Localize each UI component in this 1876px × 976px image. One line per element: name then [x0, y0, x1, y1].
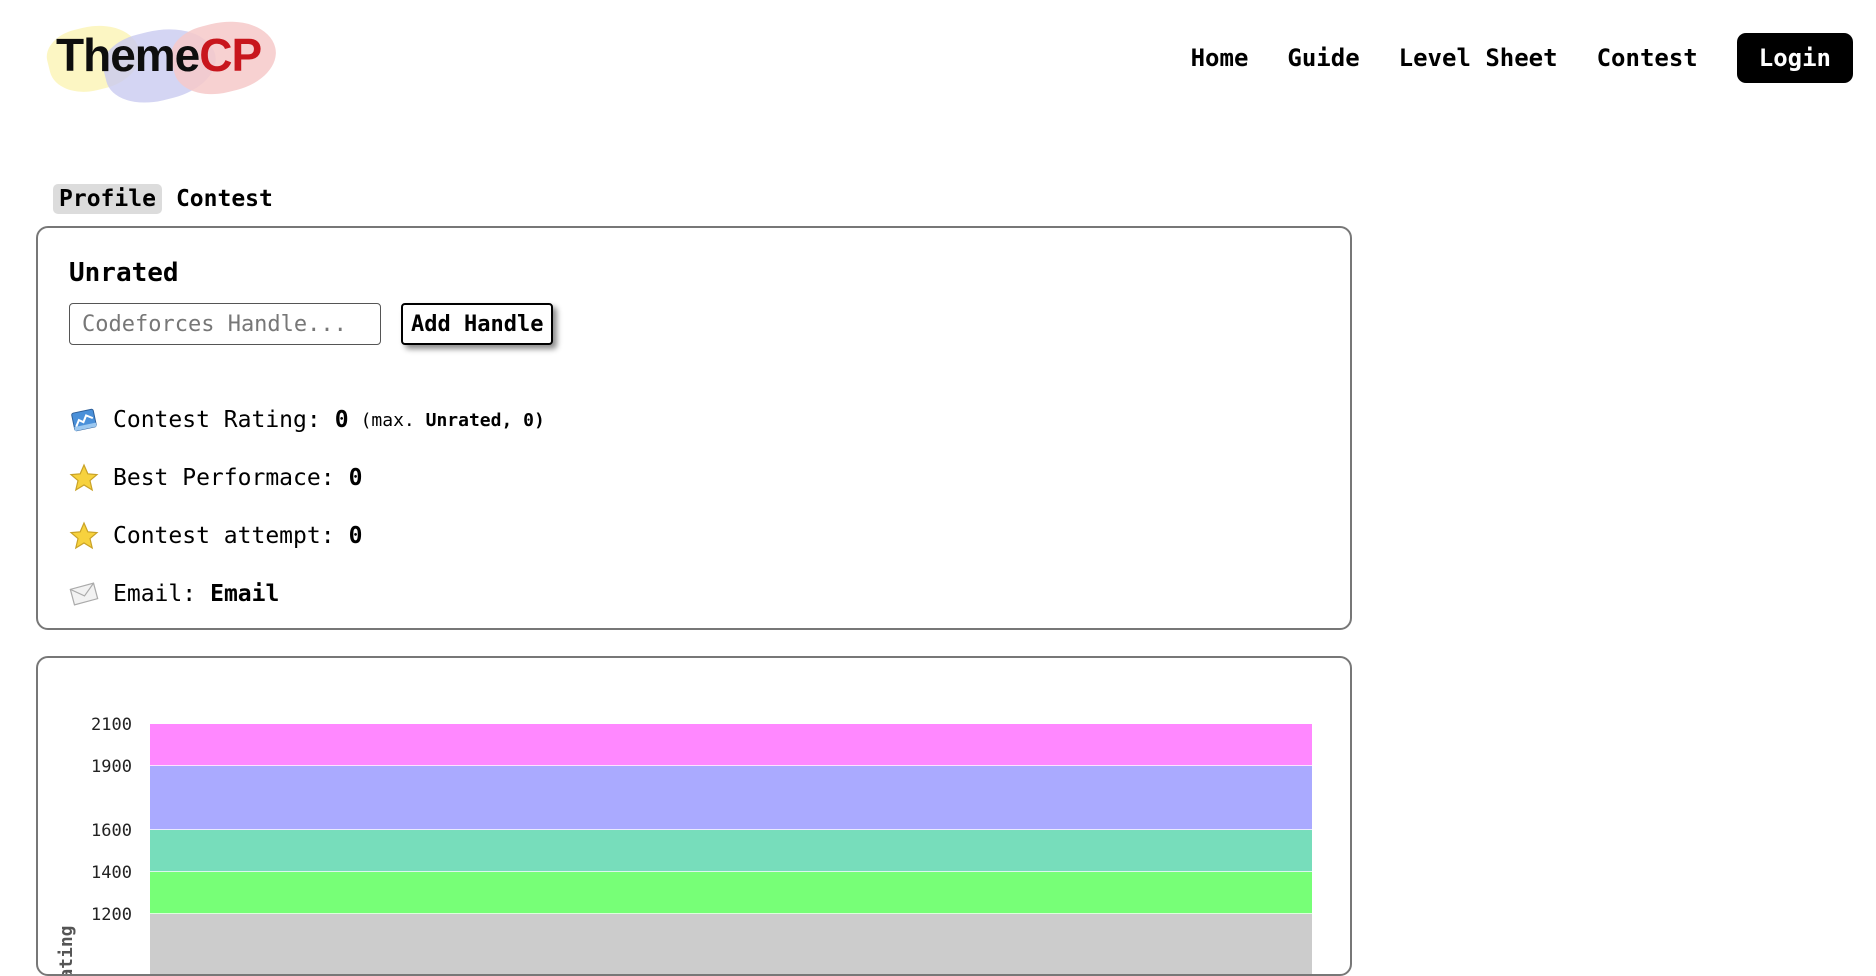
rating-chart-card: 2100 1900 1600 1400 1200 Rating: [36, 656, 1352, 976]
nav-home-link[interactable]: Home: [1191, 44, 1249, 72]
envelope-icon: [69, 579, 99, 609]
best-performance-row: Best Performace: 0: [69, 463, 362, 493]
rank-title: Unrated: [69, 258, 179, 288]
tab-profile[interactable]: Profile: [53, 184, 162, 214]
email-label: Email:: [113, 581, 197, 607]
nav-contest-link[interactable]: Contest: [1597, 44, 1698, 72]
tab-contest[interactable]: Contest: [170, 184, 279, 214]
email-row: Email: Email: [69, 579, 279, 609]
rating-max-label: (max.: [360, 409, 415, 431]
handle-input[interactable]: [69, 303, 381, 345]
logo[interactable]: ThemeCP: [41, 10, 283, 113]
email-value: Email: [210, 581, 280, 607]
star-icon: [69, 463, 99, 493]
best-performance-value: 0: [348, 465, 363, 491]
top-nav: Home Guide Level Sheet Contest Login: [1191, 33, 1853, 83]
rating-chart-icon: [69, 405, 99, 435]
rating-band: [150, 830, 1312, 872]
contest-rating-label: Contest Rating:: [113, 407, 321, 433]
profile-card: Unrated Add Handle Contest Rating: 0 (ma…: [36, 226, 1352, 630]
contest-attempt-label: Contest attempt:: [113, 523, 335, 549]
contest-attempt-value: 0: [348, 523, 363, 549]
contest-attempt-row: Contest attempt: 0: [69, 521, 362, 551]
y-tick-label: 1400: [91, 863, 132, 883]
contest-rating-max: (max. Unrated, 0): [361, 410, 545, 431]
add-handle-button[interactable]: Add Handle: [401, 303, 554, 345]
rating-band: [150, 766, 1312, 830]
star-icon: [69, 521, 99, 551]
y-tick-label: 1900: [91, 757, 132, 777]
best-performance-label: Best Performace:: [113, 465, 335, 491]
nav-level-sheet-link[interactable]: Level Sheet: [1399, 44, 1558, 72]
login-button[interactable]: Login: [1736, 33, 1853, 83]
contest-rating-value: 0: [334, 407, 349, 433]
contest-rating-row: Contest Rating: 0 (max. Unrated, 0): [69, 405, 545, 435]
y-tick-label: 1600: [91, 821, 132, 841]
y-tick-label: 2100: [91, 715, 132, 735]
y-axis-label: Rating: [56, 925, 77, 976]
rating-band: [150, 724, 1312, 766]
profile-tabs: Profile Contest: [53, 184, 287, 214]
rating-max-value: Unrated, 0): [425, 409, 545, 431]
y-tick-label: 1200: [91, 905, 132, 925]
nav-guide-link[interactable]: Guide: [1287, 44, 1359, 72]
logo-text: ThemeCP: [56, 29, 262, 81]
rating-band: [150, 914, 1312, 974]
rating-band: [150, 872, 1312, 914]
rating-chart: 2100 1900 1600 1400 1200 Rating: [56, 715, 1312, 976]
